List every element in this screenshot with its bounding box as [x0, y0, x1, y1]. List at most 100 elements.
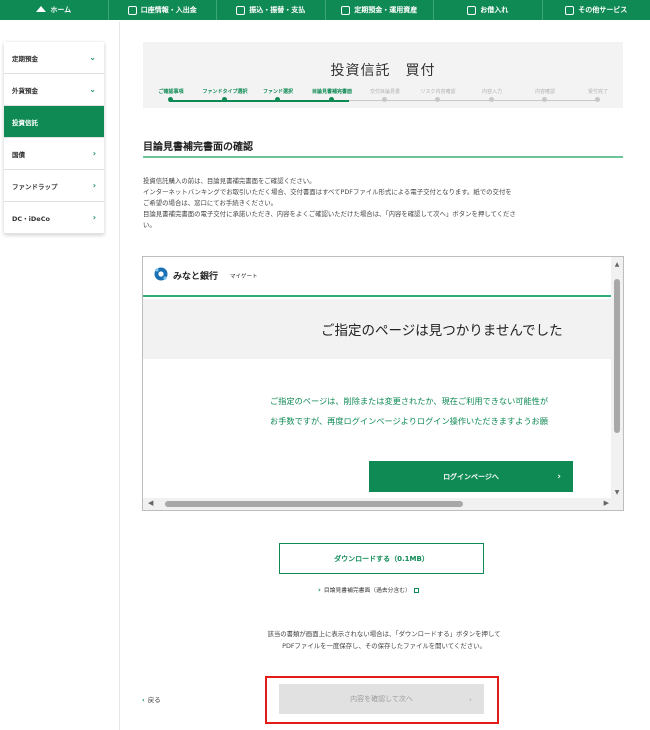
intro-line: い。: [143, 221, 156, 229]
chevron-right-icon: ›: [92, 181, 96, 190]
home-icon: [36, 6, 47, 12]
loan-icon: [467, 5, 477, 15]
step-label: ファンド選択: [262, 89, 293, 95]
step-item: 内容入力: [463, 88, 521, 102]
error-message: お手数ですが、再度ログインページよりログイン操作いただきますようお願: [270, 416, 548, 426]
intro-line: ご希望の場合は、窓口にてお手続きください。: [143, 199, 278, 207]
step-item: 目論見書補完書面: [303, 88, 361, 102]
confirm-next-button[interactable]: 内容を確認して次へ ›: [279, 684, 484, 714]
step-dot: [382, 97, 387, 102]
step-item: リスク内容確認: [409, 88, 467, 102]
link-label: 目論見書補完書面（過去分含む）: [323, 588, 411, 594]
scroll-thumb[interactable]: [614, 279, 620, 433]
nav-item-home[interactable]: ホーム: [0, 0, 109, 20]
step-item: ファンド選択: [249, 88, 307, 102]
intro-line: 目論見書補完書面の電子交付に承諾いただき、内容をよくご確認いただけた場合は、「内…: [143, 210, 516, 218]
intro-line: インターネットバンキングでお取引いただく場合、交付書面はすべてPDFファイル形式…: [143, 188, 512, 196]
piggybank-icon: [341, 5, 351, 15]
step-label: 目論見書補完書面: [311, 89, 352, 95]
step-item: ファンドタイプ選択: [196, 88, 254, 102]
step-dot: [222, 97, 227, 102]
sidebar-item-label: 定期預金: [12, 54, 38, 63]
scroll-right-icon[interactable]: ▶: [604, 499, 609, 507]
document-viewer-frame[interactable]: みなと銀行 マイゲート ご指定のページは見つかりませんでした ご指定のページは、…: [142, 256, 624, 511]
step-label: ファンドタイプ選択: [202, 89, 248, 95]
bank-logo-icon: [154, 267, 168, 281]
transfer-icon: [236, 5, 246, 15]
step-item: 内容確認: [516, 88, 574, 102]
nav-label: ホーム: [50, 6, 72, 14]
back-label: 戻る: [147, 696, 161, 704]
nav-item-other[interactable]: その他サービス: [543, 0, 650, 20]
bank-service-name: マイゲート: [230, 274, 258, 280]
nav-label: お借入れ: [480, 6, 509, 14]
sidebar-item-label: ファンドラップ: [12, 182, 58, 191]
nav-label: その他サービス: [578, 6, 628, 14]
step-label: ご確認事項: [158, 89, 184, 95]
step-dot: [595, 97, 600, 102]
confirm-button-label: 内容を確認して次へ: [350, 695, 413, 703]
sidebar-item-fund-wrap[interactable]: ファンドラップ ›: [4, 170, 104, 202]
sidebar-item-label: 外貨預金: [12, 86, 38, 95]
intro-line: 投資信託購入の前は、目論見書補完書面をご確認ください。: [143, 177, 316, 185]
nav-item-transfer[interactable]: 振込・振替・支払: [217, 0, 326, 20]
step-label: 内容入力: [481, 89, 502, 95]
step-dot: [329, 97, 334, 102]
bank-header: みなと銀行 マイゲート: [143, 257, 613, 297]
login-button-label: ログインページへ: [443, 472, 499, 481]
sidebar-item-label: 投資信託: [12, 118, 38, 127]
progress-track-done: [169, 100, 349, 102]
sidebar-item-government-bond[interactable]: 国債 ›: [4, 138, 104, 170]
step-dot: [275, 97, 280, 102]
chevron-right-icon: ›: [318, 586, 321, 594]
error-title-band: ご指定のページは見つかりませんでした: [143, 299, 613, 359]
chevron-right-icon: ›: [468, 694, 472, 704]
step-label: 受付完了: [587, 89, 608, 95]
step-dot: [542, 97, 547, 102]
sidebar-item-foreign-deposit[interactable]: 外貨預金 ⌄: [4, 74, 104, 106]
nav-item-deposit[interactable]: 定期預金・運用資産: [326, 0, 434, 20]
sidebar-item-dc-ideco[interactable]: DC・iDeCo ›: [4, 202, 104, 234]
step-dot: [435, 97, 440, 102]
horizontal-scrollbar[interactable]: ◀ ▶: [143, 498, 623, 510]
nav-label: 振込・振替・支払: [249, 6, 306, 14]
sidebar: 定期預金 ⌄ 外貨預金 ⌄ 投資信託 国債 › ファンドラップ › DC・iDe…: [4, 42, 104, 234]
nav-item-loan[interactable]: お借入れ: [434, 0, 543, 20]
login-page-button[interactable]: ログインページへ ›: [369, 461, 573, 492]
bank-name: みなと銀行: [173, 272, 219, 282]
vertical-scrollbar[interactable]: ▲ ▼: [611, 257, 623, 498]
scroll-up-icon[interactable]: ▲: [611, 261, 623, 268]
scroll-left-icon[interactable]: ◀: [148, 499, 153, 507]
step-item: 交付目論見書: [356, 88, 414, 102]
note-line: PDFファイルを一度保存し、その保存したファイルを開いてください。: [282, 642, 486, 650]
sidebar-item-time-deposit[interactable]: 定期預金 ⌄: [4, 42, 104, 74]
chevron-down-icon: ⌄: [89, 85, 96, 94]
error-message: ご指定のページは、削除または変更されたか、現在ご利用できない可能性が: [270, 396, 549, 406]
page-header: 投資信託 買付 ご確認事項 ファンドタイプ選択 ファンド選択 目論見書補完書面 …: [143, 42, 623, 108]
section-title: 目論見書補完書面の確認: [143, 142, 253, 153]
chevron-right-icon: ›: [557, 471, 561, 482]
scroll-down-icon[interactable]: ▼: [611, 489, 623, 496]
chevron-left-icon: ‹: [142, 696, 145, 704]
sidebar-item-investment-trust[interactable]: 投資信託: [4, 106, 104, 138]
grid-icon: [565, 5, 575, 15]
chevron-down-icon: ⌄: [89, 53, 96, 62]
global-nav: ホーム 口座情報・入出金 振込・振替・支払 定期預金・運用資産 お借入れ その他…: [0, 0, 650, 20]
passbook-icon: [127, 5, 137, 15]
step-label: リスク内容確認: [420, 89, 456, 95]
step-label: 内容確認: [534, 89, 555, 95]
download-button[interactable]: ダウンロードする（0.1MB）: [279, 543, 484, 574]
supplementary-document-link[interactable]: › 目論見書補完書面（過去分含む）: [318, 585, 419, 594]
nav-label: 定期預金・運用資産: [354, 6, 418, 14]
scroll-thumb[interactable]: [165, 501, 463, 507]
sidebar-item-label: 国債: [12, 150, 25, 159]
note-line: 該当の書類が画面上に表示されない場合は、「ダウンロードする」ボタンを押して: [267, 630, 501, 638]
nav-item-account[interactable]: 口座情報・入出金: [109, 0, 217, 20]
content-divider: [119, 22, 120, 730]
step-item: 受付完了: [569, 88, 627, 102]
sidebar-item-label: DC・iDeCo: [12, 214, 50, 223]
section-divider: [143, 156, 623, 158]
page-title: 投資信託 買付: [330, 63, 436, 79]
back-link[interactable]: ‹ 戻る: [142, 694, 161, 704]
error-title: ご指定のページは見つかりませんでした: [321, 323, 563, 339]
